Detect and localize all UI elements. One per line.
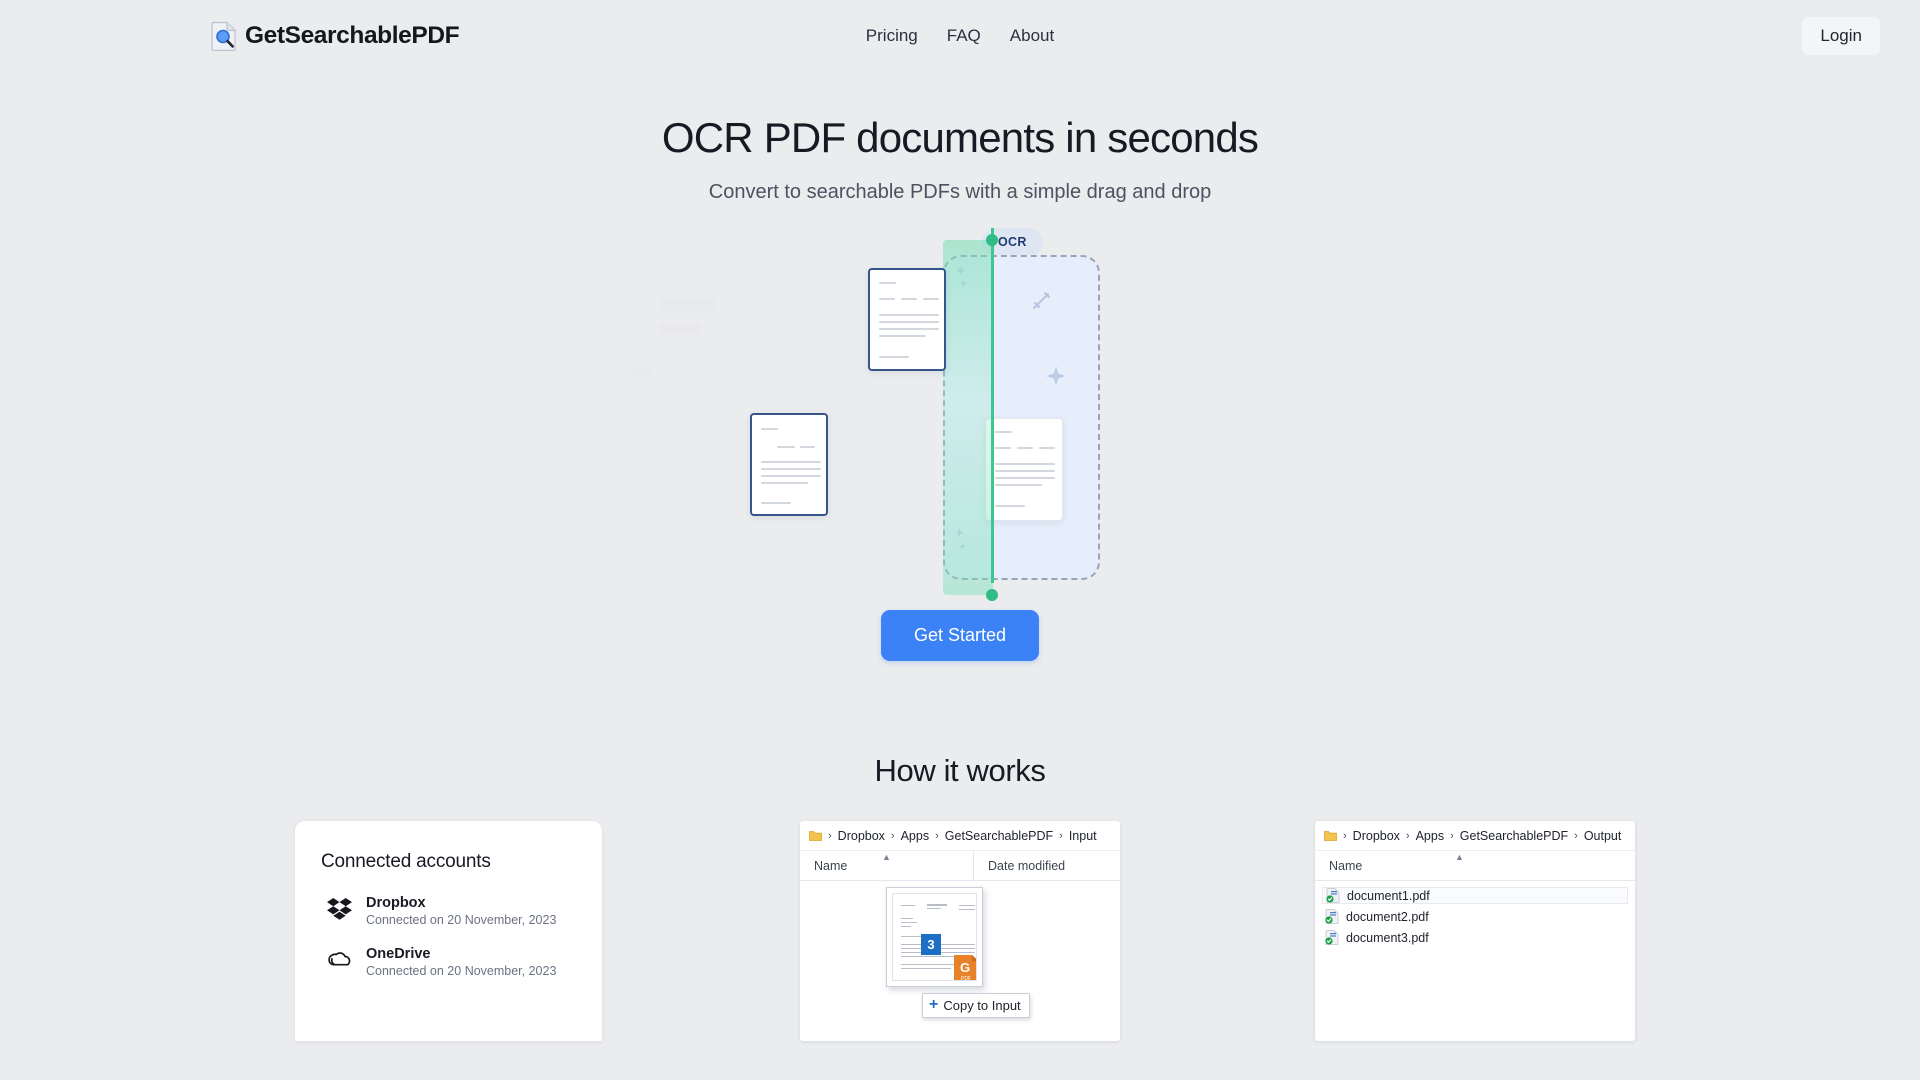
file-name: document2.pdf <box>1346 909 1429 924</box>
brand-name: GetSearchablePDF <box>245 22 460 49</box>
breadcrumb-item-getsearchablepdf[interactable]: GetSearchablePDF <box>945 829 1053 843</box>
input-file-list[interactable]: 3 G PDF + Copy to Input <box>800 881 1120 1041</box>
ocr-scan-highlight <box>943 240 993 595</box>
copy-to-input-tooltip: + Copy to Input <box>922 993 1030 1018</box>
breadcrumb-separator: › <box>828 829 832 842</box>
svg-text:PDF: PDF <box>961 976 971 981</box>
document-search-icon <box>210 21 238 51</box>
copy-tooltip-label: Copy to Input <box>943 997 1021 1013</box>
svg-text:G: G <box>960 960 970 975</box>
ghost-shape-3 <box>630 368 652 376</box>
nav-item-faq[interactable]: FAQ <box>947 26 981 46</box>
scan-handle-top[interactable] <box>986 234 998 246</box>
how-it-works-panels: Connected accounts Dropbox Connected on … <box>0 821 1920 1041</box>
ghost-shape-1 <box>660 298 716 312</box>
file-count-badge: 3 <box>921 934 941 955</box>
output-explorer-window: › Dropbox › Apps › GetSearchablePDF › Ou… <box>1315 821 1635 1041</box>
column-headers: Name Date modified ▲ <box>800 851 1120 881</box>
breadcrumb-item-dropbox[interactable]: Dropbox <box>1353 829 1400 843</box>
file-row[interactable]: document3.pdf <box>1315 929 1635 946</box>
account-row-dropbox[interactable]: Dropbox Connected on 20 November, 2023 <box>321 895 576 927</box>
sort-ascending-icon: ▲ <box>1455 852 1464 862</box>
account-name: Dropbox <box>366 895 426 911</box>
column-headers: Name ▲ <box>1315 851 1635 881</box>
hero-section: OCR PDF documents in seconds Convert to … <box>0 72 1920 204</box>
document-thumbnail: 3 G PDF <box>892 893 977 981</box>
breadcrumb-separator: › <box>1405 829 1410 842</box>
sparkle-icon <box>1046 366 1066 386</box>
file-name: document1.pdf <box>1347 888 1430 903</box>
drag-preview-thumbnail[interactable]: 3 G PDF <box>886 887 983 987</box>
sparkle-icon <box>1033 292 1050 309</box>
account-status: Connected on 20 November, 2023 <box>366 913 557 927</box>
page-title: OCR PDF documents in seconds <box>661 114 1259 161</box>
account-name: OneDrive <box>366 946 431 962</box>
onedrive-icon <box>327 951 352 974</box>
breadcrumb-item-input[interactable]: Input <box>1069 829 1097 843</box>
breadcrumb[interactable]: › Dropbox › Apps › GetSearchablePDF › Ou… <box>1315 821 1635 851</box>
main-nav: Pricing FAQ About <box>866 26 1054 46</box>
file-row[interactable]: document2.pdf <box>1315 908 1635 925</box>
page-subtitle: Convert to searchable PDFs with a simple… <box>708 181 1212 203</box>
connected-accounts-title: Connected accounts <box>321 851 491 872</box>
breadcrumb-item-getsearchablepdf[interactable]: GetSearchablePDF <box>1460 829 1568 843</box>
breadcrumb-separator: › <box>1059 829 1063 842</box>
document-card-scanning <box>868 268 946 371</box>
nav-item-about[interactable]: About <box>1010 26 1054 46</box>
nav-item-pricing[interactable]: Pricing <box>866 26 918 46</box>
connected-accounts-card: Connected accounts Dropbox Connected on … <box>295 821 602 1041</box>
pdf-checked-icon <box>1325 909 1339 924</box>
hero-illustration-wrap: OCR <box>0 228 1920 618</box>
breadcrumb-separator: › <box>1343 829 1347 842</box>
ocr-scan-line <box>991 228 994 583</box>
site-header: GetSearchablePDF Pricing FAQ About Login <box>0 0 1920 72</box>
breadcrumb-separator: › <box>1574 829 1578 842</box>
output-file-list[interactable]: document1.pdf document2.pdf document3.pd… <box>1315 881 1635 1041</box>
column-header-name[interactable]: Name <box>1315 851 1635 880</box>
pdf-checked-icon <box>1325 930 1339 945</box>
dropbox-icon <box>327 897 352 925</box>
folder-icon <box>809 830 822 841</box>
breadcrumb-item-apps[interactable]: Apps <box>901 829 930 843</box>
pdf-checked-icon <box>1326 888 1340 903</box>
sort-ascending-icon: ▲ <box>882 852 891 862</box>
folder-icon <box>1324 830 1337 841</box>
account-row-onedrive[interactable]: OneDrive Connected on 20 November, 2023 <box>321 946 576 978</box>
breadcrumb-separator: › <box>890 829 895 842</box>
account-status: Connected on 20 November, 2023 <box>366 964 557 978</box>
brand-logo[interactable]: GetSearchablePDF <box>210 21 460 51</box>
file-row[interactable]: document1.pdf <box>1322 887 1628 904</box>
how-it-works-title: How it works <box>874 753 1046 788</box>
breadcrumb-item-apps[interactable]: Apps <box>1416 829 1445 843</box>
plus-icon: + <box>929 996 939 1013</box>
breadcrumb-item-output[interactable]: Output <box>1584 829 1622 843</box>
breadcrumb-separator: › <box>1450 829 1454 842</box>
document-card-input <box>750 413 828 516</box>
document-card-output <box>985 418 1063 521</box>
breadcrumb[interactable]: › Dropbox › Apps › GetSearchablePDF › In… <box>800 821 1120 851</box>
column-header-date-modified[interactable]: Date modified <box>974 859 1065 873</box>
input-explorer-window: › Dropbox › Apps › GetSearchablePDF › In… <box>800 821 1120 1041</box>
ghost-shape-2 <box>660 324 700 334</box>
pdf-app-icon: G PDF <box>954 955 976 981</box>
file-name: document3.pdf <box>1346 930 1429 945</box>
breadcrumb-separator: › <box>935 829 939 842</box>
breadcrumb-item-dropbox[interactable]: Dropbox <box>838 829 885 843</box>
scan-handle-bottom[interactable] <box>986 589 998 601</box>
hero-illustration: OCR <box>630 228 1170 618</box>
login-button[interactable]: Login <box>1802 17 1880 55</box>
